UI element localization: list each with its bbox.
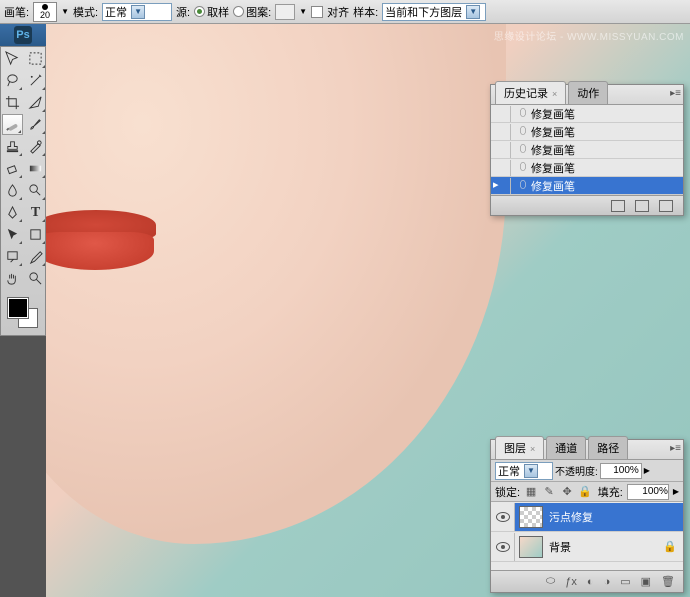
lasso-tool[interactable] [2,70,23,91]
history-item[interactable]: ⬯修复画笔 [491,141,683,159]
slice-tool[interactable] [25,92,46,113]
wand-tool[interactable] [25,70,46,91]
sample-type-label: 样本: [353,4,378,20]
tab-paths[interactable]: 路径 [588,436,628,459]
notes-tool[interactable] [2,246,23,267]
stamp-tool[interactable] [2,136,23,157]
tab-channels[interactable]: 通道 [546,436,586,459]
layers-panel: 图层× 通道 路径 ▸≡ 正常▼ 不透明度: ▶ 锁定: ▦ ✎ ✥ 🔒 填充:… [490,439,684,593]
history-item[interactable]: ▸⬯修复画笔 [491,177,683,195]
tab-history[interactable]: 历史记录× [495,81,566,104]
marquee-tool[interactable] [25,48,46,69]
pen-tool[interactable] [2,202,23,223]
mask-icon[interactable]: ◐ [587,576,594,588]
watermark: 思缘设计论坛 - WWW.MISSYUAN.COM [494,28,684,43]
opacity-input[interactable] [600,463,642,479]
mode-dropdown[interactable]: 正常▼ [102,3,172,21]
layer-lock-row: 锁定: ▦ ✎ ✥ 🔒 填充: ▶ [491,482,683,502]
dodge-tool[interactable] [25,180,46,201]
sample-radio[interactable]: 取样 [194,4,229,20]
lock-move-icon[interactable]: ✥ [560,485,574,499]
layer-list: 污点修复背景🔒 [491,502,683,570]
brush-tool[interactable] [25,114,46,135]
sample-type-dropdown[interactable]: 当前和下方图层▼ [382,3,486,21]
visibility-toggle[interactable] [491,503,515,531]
toolbox: T [0,46,46,336]
brush-label: 画笔: [4,4,29,20]
lock-paint-icon[interactable]: ✎ [542,485,556,499]
ps-icon: Ps [14,26,32,44]
zoom-tool[interactable] [25,268,46,289]
eraser-tool[interactable] [2,158,23,179]
history-item[interactable]: ⬯修复画笔 [491,123,683,141]
layer-row[interactable]: 背景🔒 [491,532,683,562]
layers-footer: ⬭ ƒx ◐ ◑ ▭ ▣ 🗑 [491,570,683,592]
hand-tool[interactable] [2,268,23,289]
history-panel: 历史记录× 动作 ▸≡ ⬯修复画笔⬯修复画笔⬯修复画笔⬯修复画笔▸⬯修复画笔 [490,84,684,216]
trash-icon[interactable] [659,200,673,212]
new-snapshot-icon[interactable] [611,200,625,212]
path-select-tool[interactable] [2,224,23,245]
move-tool[interactable] [2,48,23,69]
visibility-toggle[interactable] [491,533,515,561]
pattern-swatch[interactable] [275,4,295,20]
eyedropper-tool[interactable] [25,246,46,267]
app-icon-bar: Ps [0,24,46,46]
shape-tool[interactable] [25,224,46,245]
link-icon[interactable]: ⬭ [546,575,555,588]
color-swatches[interactable] [2,294,47,334]
align-label: 对齐 [327,4,349,20]
lock-icon: 🔒 [663,540,677,553]
healing-brush-tool[interactable] [2,114,23,135]
gradient-tool[interactable] [25,158,46,179]
panel-menu-icon[interactable]: ▸≡ [670,443,681,454]
opacity-label: 不透明度: [555,463,598,478]
lock-all-icon[interactable]: 🔒 [578,485,592,499]
history-item[interactable]: ⬯修复画笔 [491,159,683,177]
new-doc-icon[interactable] [635,200,649,212]
mode-label: 模式: [73,4,98,20]
fill-input[interactable] [627,484,669,500]
history-tabs: 历史记录× 动作 ▸≡ [491,85,683,105]
pattern-radio[interactable]: 图案: [233,4,271,20]
blur-tool[interactable] [2,180,23,201]
brush-preview[interactable]: 20 [33,2,57,22]
panel-menu-icon[interactable]: ▸≡ [670,88,681,99]
adjustment-icon[interactable]: ◑ [604,576,611,588]
tab-layers[interactable]: 图层× [495,436,544,459]
delete-icon[interactable]: 🗑 [661,575,675,588]
fx-icon[interactable]: ƒx [565,576,577,588]
type-tool[interactable]: T [25,202,46,223]
options-bar: 画笔: 20 ▼ 模式: 正常▼ 源: 取样 图案: ▼ 对齐 样本: 当前和下… [0,0,690,24]
history-list: ⬯修复画笔⬯修复画笔⬯修复画笔⬯修复画笔▸⬯修复画笔 [491,105,683,195]
crop-tool[interactable] [2,92,23,113]
new-layer-icon[interactable]: ▣ [641,575,651,588]
lock-transparent-icon[interactable]: ▦ [524,485,538,499]
history-footer [491,195,683,215]
align-checkbox[interactable] [311,6,323,18]
blend-mode-dropdown[interactable]: 正常▼ [495,462,553,480]
fill-label: 填充: [598,484,623,500]
layer-options: 正常▼ 不透明度: ▶ [491,460,683,482]
layer-row[interactable]: 污点修复 [491,502,683,532]
source-label: 源: [176,4,190,20]
group-icon[interactable]: ▭ [620,575,630,588]
history-item[interactable]: ⬯修复画笔 [491,105,683,123]
lock-label: 锁定: [495,484,520,500]
layers-tabs: 图层× 通道 路径 ▸≡ [491,440,683,460]
history-brush-tool[interactable] [25,136,46,157]
tab-actions[interactable]: 动作 [568,81,608,104]
